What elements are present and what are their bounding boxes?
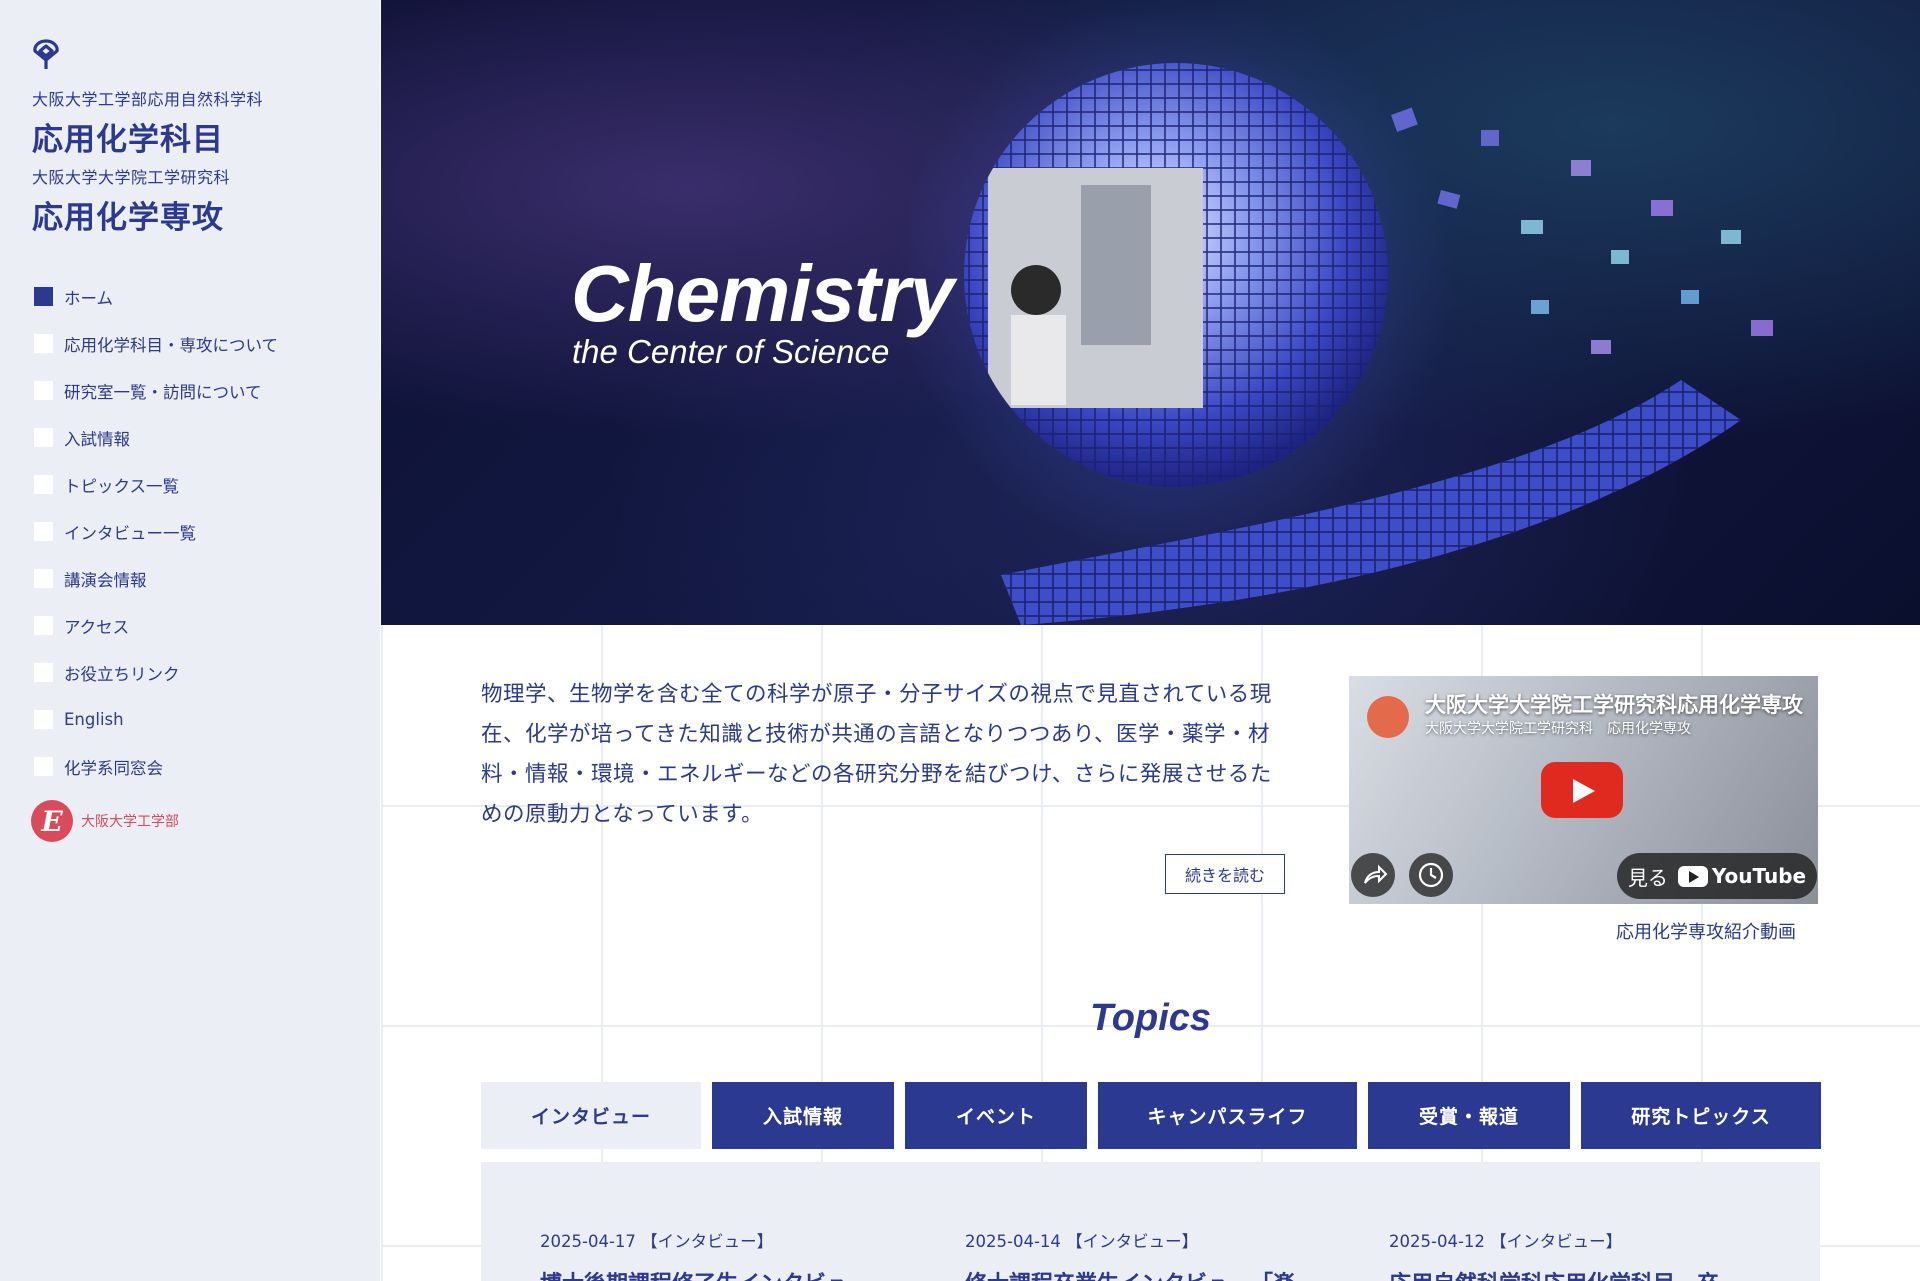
nav-item-topics[interactable]: トピックス一覧 [34, 461, 278, 508]
nav-item-alumni[interactable]: 化学系同窓会 [34, 743, 278, 790]
nav-bullet-icon [34, 569, 53, 588]
faculty-line-2: 大阪大学大学院工学研究科 [32, 168, 231, 187]
topic-title[interactable]: 博士後期課程修了生インタビュー [540, 1266, 870, 1281]
university-logo-icon[interactable] [30, 38, 62, 70]
share-icon[interactable] [1351, 853, 1395, 897]
nav-bullet-icon [34, 475, 53, 494]
play-button-icon[interactable] [1541, 762, 1623, 818]
engineering-logo-text: 大阪大学工学部 [81, 814, 179, 830]
nav-item-links[interactable]: お役立ちリンク [34, 649, 278, 696]
watch-later-clock-icon[interactable] [1409, 853, 1453, 897]
tab-campus-life[interactable]: キャンパスライフ [1098, 1082, 1357, 1149]
tab-awards-press[interactable]: 受賞・報道 [1368, 1082, 1570, 1149]
nav-item-lectures[interactable]: 講演会情報 [34, 555, 278, 602]
engineering-emblem-icon: E [31, 800, 73, 842]
nav-item-english[interactable]: English [34, 696, 278, 743]
sidebar: 大阪大学工学部応用自然科学科 応用化学科目 大阪大学大学院工学研究科 応用化学専… [0, 0, 380, 1281]
dept-name-1[interactable]: 応用化学科目 [32, 114, 224, 159]
topics-panel: 2025-04-17 【インタビュー】 博士後期課程修了生インタビュー 2025… [481, 1162, 1820, 1281]
nav-bullet-icon [34, 428, 53, 447]
nav-item-interviews[interactable]: インタビュー一覧 [34, 508, 278, 555]
nav-bullet-icon [34, 757, 53, 776]
topic-title[interactable]: 応用自然科学科応用化学科目 卒 [1389, 1266, 1719, 1281]
youtube-video-embed[interactable]: 大阪大学大学院工学研究科応用化学専攻 大阪大学大学院工学研究科 応用化学専攻 見… [1349, 676, 1818, 904]
hero-title: Chemistry [571, 249, 954, 338]
nav-item-access[interactable]: アクセス [34, 602, 278, 649]
topics-tabs: インタビュー 入試情報 イベント キャンパスライフ 受賞・報道 研究トピックス [481, 1082, 1821, 1149]
nav-item-about[interactable]: 応用化学科目・専攻について [34, 320, 278, 367]
intro-paragraph: 物理学、生物学を含む全ての科学が原子・分子サイズの視点で見直されている現在、化学… [481, 682, 1272, 827]
nav-bullet-icon [34, 616, 53, 635]
nav-bullet-icon [34, 663, 53, 682]
youtube-logo-icon [1677, 865, 1708, 887]
topic-card[interactable]: 2025-04-14 【インタビュー】 修士課程卒業生インタビュー「楽 [965, 1228, 1295, 1281]
faculty-line-1: 大阪大学工学部応用自然科学科 [32, 90, 264, 109]
tab-interview[interactable]: インタビュー [481, 1082, 701, 1149]
nav-bullet-icon [34, 522, 53, 541]
topics-heading: Topics [1089, 997, 1212, 1039]
nav-item-admissions[interactable]: 入試情報 [34, 414, 278, 461]
video-title[interactable]: 大阪大学大学院工学研究科応用化学専攻 [1425, 689, 1803, 719]
topic-title[interactable]: 修士課程卒業生インタビュー「楽 [965, 1266, 1295, 1281]
hero-banner: Chemistry the Center of Science [381, 0, 1920, 625]
dept-name-2[interactable]: 応用化学専攻 [32, 192, 224, 237]
topic-date: 2025-04-12 【インタビュー】 [1389, 1232, 1623, 1251]
nav-item-home[interactable]: ホーム [34, 273, 278, 320]
nav-bullet-icon [34, 287, 53, 306]
main-content: 物理学、生物学を含む全ての科学が原子・分子サイズの視点で見直されている現在、化学… [381, 625, 1920, 1281]
video-caption: 応用化学専攻紹介動画 [1616, 922, 1796, 943]
sidebar-nav: ホーム 応用化学科目・専攻について 研究室一覧・訪問について 入試情報 トピック… [34, 273, 278, 790]
read-more-button[interactable]: 続きを読む [1165, 854, 1285, 894]
nav-bullet-icon [34, 710, 53, 729]
nav-bullet-icon [34, 381, 53, 400]
topic-card[interactable]: 2025-04-12 【インタビュー】 応用自然科学科応用化学科目 卒 [1389, 1228, 1719, 1281]
tab-events[interactable]: イベント [905, 1082, 1087, 1149]
nav-bullet-icon [34, 334, 53, 353]
nav-item-labs[interactable]: 研究室一覧・訪問について [34, 367, 278, 414]
tab-admissions[interactable]: 入試情報 [712, 1082, 894, 1149]
watch-on-youtube-button[interactable]: 見る YouTube [1617, 853, 1817, 899]
hero-subtitle: the Center of Science [572, 333, 890, 370]
channel-avatar[interactable] [1367, 696, 1409, 738]
faculty-of-engineering-logo[interactable]: E 大阪大学工学部 [31, 800, 179, 842]
video-channel: 大阪大学大学院工学研究科 応用化学専攻 [1425, 721, 1691, 737]
topic-date: 2025-04-14 【インタビュー】 [965, 1232, 1199, 1251]
tab-research-topics[interactable]: 研究トピックス [1581, 1082, 1821, 1149]
topic-card[interactable]: 2025-04-17 【インタビュー】 博士後期課程修了生インタビュー [540, 1228, 870, 1281]
topic-date: 2025-04-17 【インタビュー】 [540, 1232, 774, 1251]
